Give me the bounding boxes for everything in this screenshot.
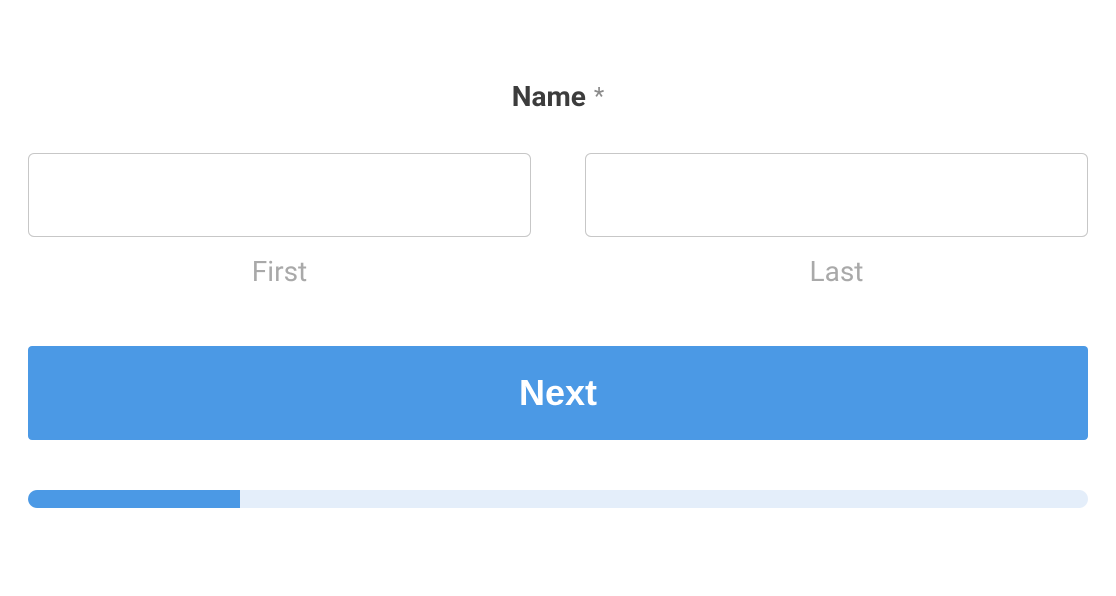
first-name-column: First bbox=[28, 153, 531, 288]
progress-fill bbox=[28, 490, 240, 508]
first-name-sublabel: First bbox=[252, 255, 307, 288]
last-name-input[interactable] bbox=[585, 153, 1088, 237]
last-name-sublabel: Last bbox=[810, 255, 864, 288]
name-form: Name * First Last Next bbox=[0, 0, 1116, 508]
name-field-label: Name bbox=[512, 80, 586, 113]
name-inputs-row: First Last bbox=[28, 153, 1088, 288]
first-name-input[interactable] bbox=[28, 153, 531, 237]
field-label-row: Name * bbox=[28, 80, 1088, 113]
progress-bar bbox=[28, 490, 1088, 508]
next-button[interactable]: Next bbox=[28, 346, 1088, 440]
required-asterisk: * bbox=[594, 82, 604, 110]
last-name-column: Last bbox=[585, 153, 1088, 288]
